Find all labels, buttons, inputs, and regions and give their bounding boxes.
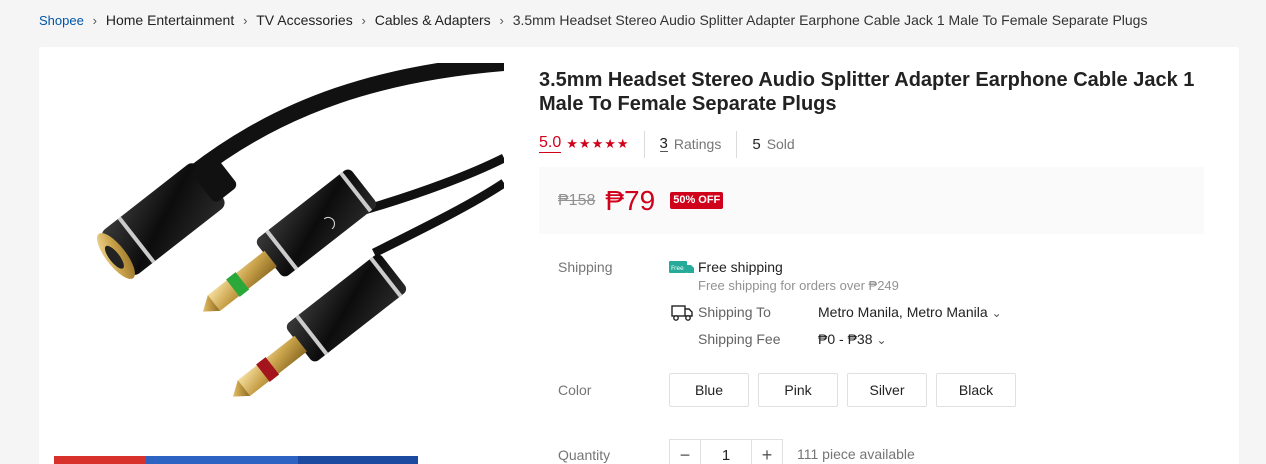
chevron-right-icon: ›: [361, 12, 366, 28]
sold-stat: 5 Sold: [752, 136, 794, 152]
shipping-fee-value: ₱0 - ₱38: [818, 331, 873, 347]
quantity-input[interactable]: 1: [701, 439, 751, 464]
chevron-down-icon: ⌄: [876, 333, 887, 347]
star-icon: ★: [566, 136, 578, 151]
free-shipping-note: Free shipping for orders over ₱249: [698, 278, 899, 293]
star-icon: ★: [591, 136, 604, 151]
free-shipping-title: Free shipping: [698, 259, 783, 275]
breadcrumb-cables-adapters[interactable]: Cables & Adapters: [375, 12, 491, 28]
rating-score: 5.0: [539, 134, 562, 153]
product-stats: 5.0 ★ ★ ★ ★ ★ 3 Ratings 5 Sold: [539, 130, 795, 158]
color-label: Color: [558, 382, 592, 398]
thumbnail-2[interactable]: [146, 456, 298, 464]
svg-text:Free: Free: [671, 265, 684, 272]
star-icon: ★: [616, 136, 629, 151]
breadcrumb-shopee[interactable]: Shopee: [39, 13, 84, 28]
rating-stat[interactable]: 5.0 ★ ★ ★ ★ ★: [539, 135, 629, 153]
price-box: ₱158 ₱79 50% OFF: [539, 167, 1204, 234]
quantity-stepper: − 1 +: [669, 439, 783, 464]
color-option-black[interactable]: Black: [936, 373, 1016, 407]
star-icon: ★: [604, 136, 616, 151]
product-image[interactable]: ◠: [54, 63, 504, 464]
shipping-to-selector[interactable]: Metro Manila, Metro Manila ⌄: [818, 304, 1002, 320]
product-title: 3.5mm Headset Stereo Audio Splitter Adap…: [539, 69, 1195, 115]
breadcrumb: Shopee › Home Entertainment › TV Accesso…: [39, 11, 1147, 29]
original-price: ₱158: [558, 191, 596, 209]
quantity-decrease-button[interactable]: −: [669, 439, 701, 464]
color-option-blue[interactable]: Blue: [669, 373, 749, 407]
chevron-right-icon: ›: [243, 12, 248, 28]
sold-label: Sold: [766, 136, 795, 152]
divider: [736, 130, 738, 158]
color-option-pink[interactable]: Pink: [758, 373, 838, 407]
discount-badge: 50% OFF: [670, 192, 724, 209]
stock-available: 111 piece available: [797, 446, 915, 462]
audio-splitter-cable-image: ◠: [97, 63, 504, 397]
free-shipping-icon: Free: [669, 260, 694, 274]
image-thumbnail-strip[interactable]: [54, 456, 418, 464]
thumbnail-3[interactable]: [298, 456, 418, 464]
ratings-count-stat[interactable]: 3 Ratings: [659, 135, 722, 152]
chevron-right-icon: ›: [499, 12, 504, 28]
divider: [643, 130, 645, 158]
current-price: ₱79: [605, 184, 656, 216]
breadcrumb-tv-accessories[interactable]: TV Accessories: [256, 12, 352, 28]
breadcrumb-current-product: 3.5mm Headset Stereo Audio Splitter Adap…: [512, 12, 1148, 28]
chevron-down-icon: ⌄: [991, 306, 1002, 320]
rating-stars: ★ ★ ★ ★ ★: [566, 137, 628, 151]
shipping-fee-selector[interactable]: ₱0 - ₱38 ⌄: [818, 331, 887, 347]
truck-icon: [671, 304, 694, 322]
color-option-silver[interactable]: Silver: [847, 373, 927, 407]
breadcrumb-home-entertainment[interactable]: Home Entertainment: [106, 12, 234, 28]
shipping-fee-label: Shipping Fee: [698, 331, 781, 347]
thumbnail-1[interactable]: [54, 456, 146, 464]
sold-count: 5: [752, 135, 761, 153]
ratings-count: 3: [659, 135, 668, 152]
ratings-label: Ratings: [673, 136, 722, 152]
chevron-right-icon: ›: [92, 12, 97, 28]
shipping-to-value: Metro Manila, Metro Manila: [818, 304, 988, 320]
shipping-to-label: Shipping To: [698, 304, 771, 320]
star-icon: ★: [578, 136, 591, 151]
shipping-label: Shipping: [558, 259, 613, 275]
quantity-label: Quantity: [558, 447, 611, 463]
color-options: Blue Pink Silver Black: [669, 373, 1016, 407]
quantity-increase-button[interactable]: +: [751, 439, 783, 464]
